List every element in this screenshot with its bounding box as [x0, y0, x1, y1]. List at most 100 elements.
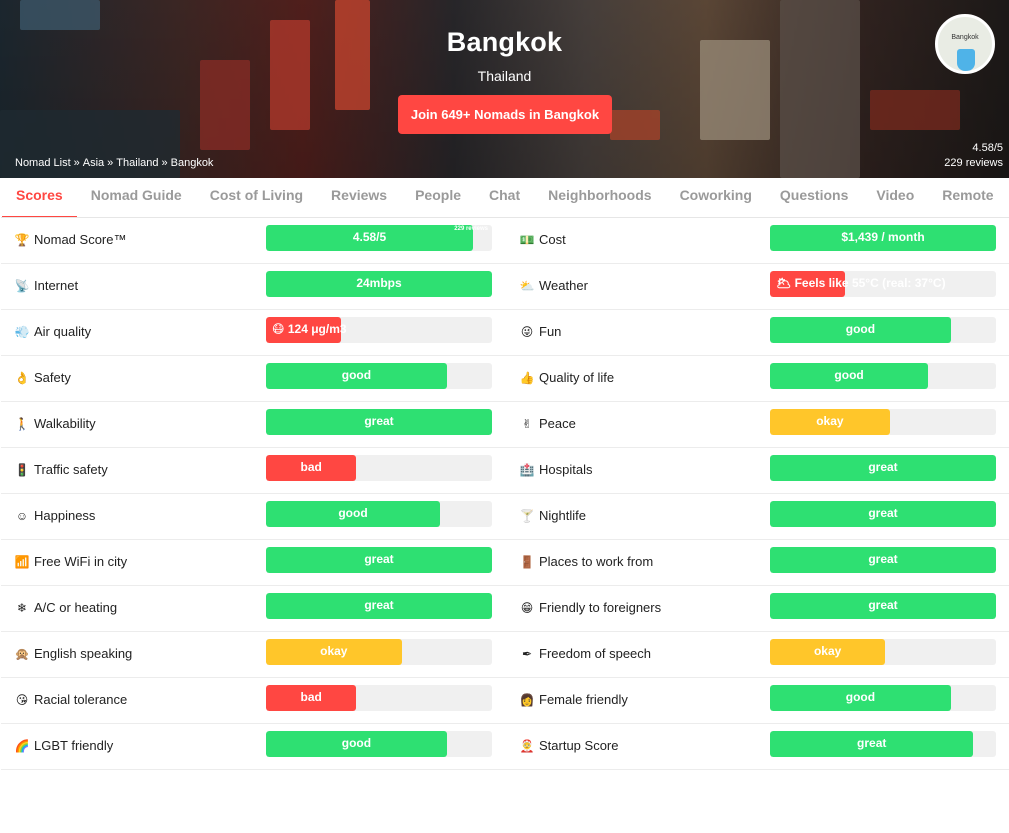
- score-item-cost[interactable]: 💵 Cost $1,439 / month: [505, 218, 1009, 264]
- cash-icon: 💵: [519, 232, 535, 247]
- score-value: great: [364, 598, 394, 612]
- score-bar[interactable]: great: [770, 593, 996, 619]
- score-bar[interactable]: 😷 124 μg/m3: [266, 317, 492, 343]
- score-bar[interactable]: great: [266, 409, 492, 435]
- score-bar[interactable]: bad: [266, 455, 492, 481]
- score-value: great: [868, 506, 898, 520]
- score-item-walkability[interactable]: 🚶 Walkability great: [1, 402, 505, 448]
- satellite-dish-icon: 📡: [14, 278, 30, 293]
- score-label: 🏆 Nomad Score™: [14, 232, 127, 247]
- breadcrumb-link[interactable]: Asia: [83, 157, 104, 169]
- score-value: great: [868, 598, 898, 612]
- join-nomads-button[interactable]: Join 649+ Nomads in Bangkok: [398, 95, 612, 134]
- city-map-thumbnail[interactable]: Bangkok: [935, 14, 995, 74]
- score-bar[interactable]: okay: [770, 409, 996, 435]
- score-bar[interactable]: good: [266, 501, 492, 527]
- score-bar[interactable]: 4.58/5 229 reviews: [266, 225, 492, 251]
- breadcrumb-link[interactable]: Thailand: [116, 157, 158, 169]
- tab-questions[interactable]: Questions: [766, 178, 862, 217]
- tab-neighborhoods[interactable]: Neighborhoods: [534, 178, 665, 217]
- score-bar[interactable]: great: [770, 501, 996, 527]
- score-bar[interactable]: great: [266, 593, 492, 619]
- tab-remote[interactable]: Remote: [928, 178, 1007, 217]
- score-item-freedom-of-speech[interactable]: ✒ Freedom of speech okay: [505, 632, 1009, 678]
- score-item-female-friendly[interactable]: 👩 Female friendly good: [505, 678, 1009, 724]
- score-bar[interactable]: 24mbps: [266, 271, 492, 297]
- wifi-signal-icon: 📶: [14, 554, 30, 569]
- score-item-peace[interactable]: ✌ Peace okay: [505, 402, 1009, 448]
- hero-rating: 4.58/5 229 reviews: [944, 141, 1003, 171]
- score-item-friendly-to-foreigners[interactable]: 😁 Friendly to foreigners great: [505, 586, 1009, 632]
- score-item-internet[interactable]: 📡 Internet 24mbps: [1, 264, 505, 310]
- score-label: 👌 Safety: [14, 370, 71, 385]
- score-label: 🌈 LGBT friendly: [14, 738, 114, 753]
- score-bar[interactable]: good: [770, 685, 996, 711]
- score-item-a-c-or-heating[interactable]: ❄ A/C or heating great: [1, 586, 505, 632]
- breadcrumb-link[interactable]: Bangkok: [171, 157, 214, 169]
- score-bar[interactable]: great: [770, 547, 996, 573]
- score-value: great: [868, 552, 898, 566]
- score-bar[interactable]: great: [266, 547, 492, 573]
- score-bar[interactable]: great: [770, 731, 996, 757]
- score-bar[interactable]: good: [770, 363, 996, 389]
- score-label: 🚪 Places to work from: [519, 554, 654, 569]
- city-title: Bangkok: [446, 27, 563, 57]
- score-bar[interactable]: okay: [266, 639, 492, 665]
- hero-photo-sign: [20, 0, 100, 30]
- score-bar[interactable]: bad: [266, 685, 492, 711]
- score-bar[interactable]: great: [770, 455, 996, 481]
- tab-reviews[interactable]: Reviews: [317, 178, 401, 217]
- score-bar[interactable]: good: [266, 363, 492, 389]
- tab-video[interactable]: Video: [862, 178, 928, 217]
- tab-scores[interactable]: Scores: [2, 178, 77, 217]
- reviews-count[interactable]: 229 reviews: [944, 156, 1003, 171]
- rainbow-icon: 🌈: [14, 738, 30, 753]
- santa-face-icon: 🤶: [519, 738, 535, 753]
- score-bar[interactable]: good: [770, 317, 996, 343]
- score-label-text: Traffic safety: [34, 462, 108, 477]
- score-item-free-wifi-in-city[interactable]: 📶 Free WiFi in city great: [1, 540, 505, 586]
- score-item-places-to-work-from[interactable]: 🚪 Places to work from great: [505, 540, 1009, 586]
- thumbs-up-icon: 👍: [519, 370, 535, 385]
- score-row: ❄ A/C or heating great 😁 Friendly to foreign…: [1, 586, 1009, 632]
- score-label: 😘 Racial tolerance: [14, 692, 127, 707]
- tab-coworking[interactable]: Coworking: [666, 178, 766, 217]
- scores-table: 🏆 Nomad Score™ 4.58/5 229 reviews 💵 Cost $1,43…: [1, 218, 1009, 770]
- tab-people[interactable]: People: [401, 178, 475, 217]
- score-item-nomad-score[interactable]: 🏆 Nomad Score™ 4.58/5 229 reviews: [1, 218, 505, 264]
- score-item-fun[interactable]: 😜 Fun good: [505, 310, 1009, 356]
- score-bar[interactable]: 🌥 Feels like 55°C (real: 37°C): [770, 271, 996, 297]
- tab-chat[interactable]: Chat: [475, 178, 534, 217]
- score-label-text: Female friendly: [539, 692, 628, 707]
- rating-score: 4.58/5: [972, 142, 1003, 154]
- score-item-english-speaking[interactable]: 🙊 English speaking okay: [1, 632, 505, 678]
- score-item-weather[interactable]: ⛅ Weather 🌥 Feels like 55°C (real: 37°C): [505, 264, 1009, 310]
- tab-nomad-guide[interactable]: Nomad Guide: [77, 178, 196, 217]
- tab-cost-of-living[interactable]: Cost of Living: [196, 178, 317, 217]
- score-label: 👩 Female friendly: [519, 692, 628, 707]
- score-bar[interactable]: $1,439 / month: [770, 225, 996, 251]
- score-label: 🍸 Nightlife: [519, 508, 586, 523]
- score-item-racial-tolerance[interactable]: 😘 Racial tolerance bad: [1, 678, 505, 724]
- score-label-text: A/C or heating: [34, 600, 118, 615]
- score-item-startup-score[interactable]: 🤶 Startup Score great: [505, 724, 1009, 770]
- score-item-safety[interactable]: 👌 Safety good: [1, 356, 505, 402]
- breadcrumb-separator: »: [73, 157, 80, 169]
- score-item-hospitals[interactable]: 🏥 Hospitals great: [505, 448, 1009, 494]
- wind-icon: 💨: [14, 324, 30, 339]
- score-label: 🤶 Startup Score: [519, 738, 619, 753]
- score-item-happiness[interactable]: ☺ Happiness good: [1, 494, 505, 540]
- score-bar[interactable]: good: [266, 731, 492, 757]
- score-item-nightlife[interactable]: 🍸 Nightlife great: [505, 494, 1009, 540]
- score-item-air-quality[interactable]: 💨 Air quality 😷 124 μg/m3: [1, 310, 505, 356]
- score-label-text: Racial tolerance: [34, 692, 128, 707]
- score-item-traffic-safety[interactable]: 🚦 Traffic safety bad: [1, 448, 505, 494]
- map-water-shape: [957, 49, 975, 71]
- score-bar[interactable]: okay: [770, 639, 996, 665]
- breadcrumb-link[interactable]: Nomad List: [15, 157, 71, 169]
- score-label-text: Friendly to foreigners: [539, 600, 662, 615]
- score-item-lgbt-friendly[interactable]: 🌈 LGBT friendly good: [1, 724, 505, 770]
- grinning-face-icon: 😁: [520, 600, 534, 615]
- score-item-quality-of-life[interactable]: 👍 Quality of life good: [505, 356, 1009, 402]
- score-row: 👌 Safety good 👍 Quality of life good: [1, 356, 1009, 402]
